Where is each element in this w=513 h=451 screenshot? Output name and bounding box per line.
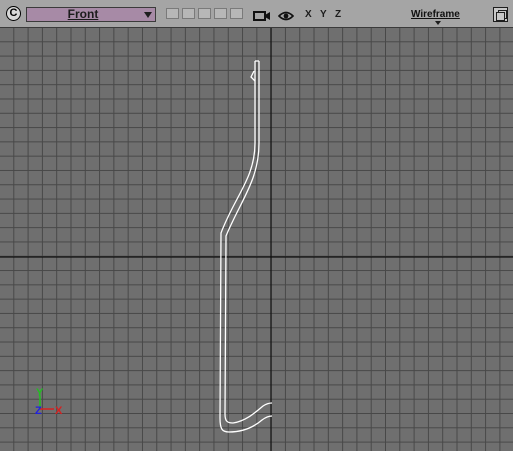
chevron-down-icon	[144, 12, 152, 18]
axis-y-toggle[interactable]: Y	[320, 9, 327, 21]
viewport-canvas[interactable]: Y Z X	[0, 28, 513, 451]
view-name-label: Front	[67, 7, 99, 21]
toolbar-slot-3[interactable]	[198, 8, 211, 19]
view-select-dropdown[interactable]: Front	[26, 7, 156, 22]
bottle-profile-wireframe[interactable]	[219, 60, 273, 433]
axis-x-toggle[interactable]: X	[305, 9, 312, 21]
toolbar-slot-2[interactable]	[182, 8, 195, 19]
gizmo-x-label: X	[55, 405, 63, 417]
camera-icon[interactable]	[253, 9, 271, 27]
viewport-window: C Front X Y Z Wireframe Y Z X	[0, 0, 513, 451]
viewport-menu-button[interactable]: C	[6, 6, 21, 21]
gizmo-z-label: Z	[35, 405, 42, 417]
viewport-toolbar: C Front X Y Z Wireframe	[0, 0, 513, 28]
scene-svg: Y Z X	[0, 28, 513, 451]
toolbar-slot-4[interactable]	[214, 8, 227, 19]
axis-gizmo: Y Z X	[35, 387, 63, 417]
eye-icon[interactable]	[277, 9, 295, 27]
toolbar-slot-1[interactable]	[166, 8, 179, 19]
shading-mode-dropdown[interactable]: Wireframe	[411, 8, 471, 25]
gizmo-y-label: Y	[36, 387, 44, 399]
chevron-down-icon	[435, 21, 441, 25]
toolbar-slot-5[interactable]	[230, 8, 243, 19]
axis-z-toggle[interactable]: Z	[335, 9, 341, 21]
maximize-button[interactable]	[493, 7, 508, 22]
shading-mode-label: Wireframe	[411, 9, 460, 20]
